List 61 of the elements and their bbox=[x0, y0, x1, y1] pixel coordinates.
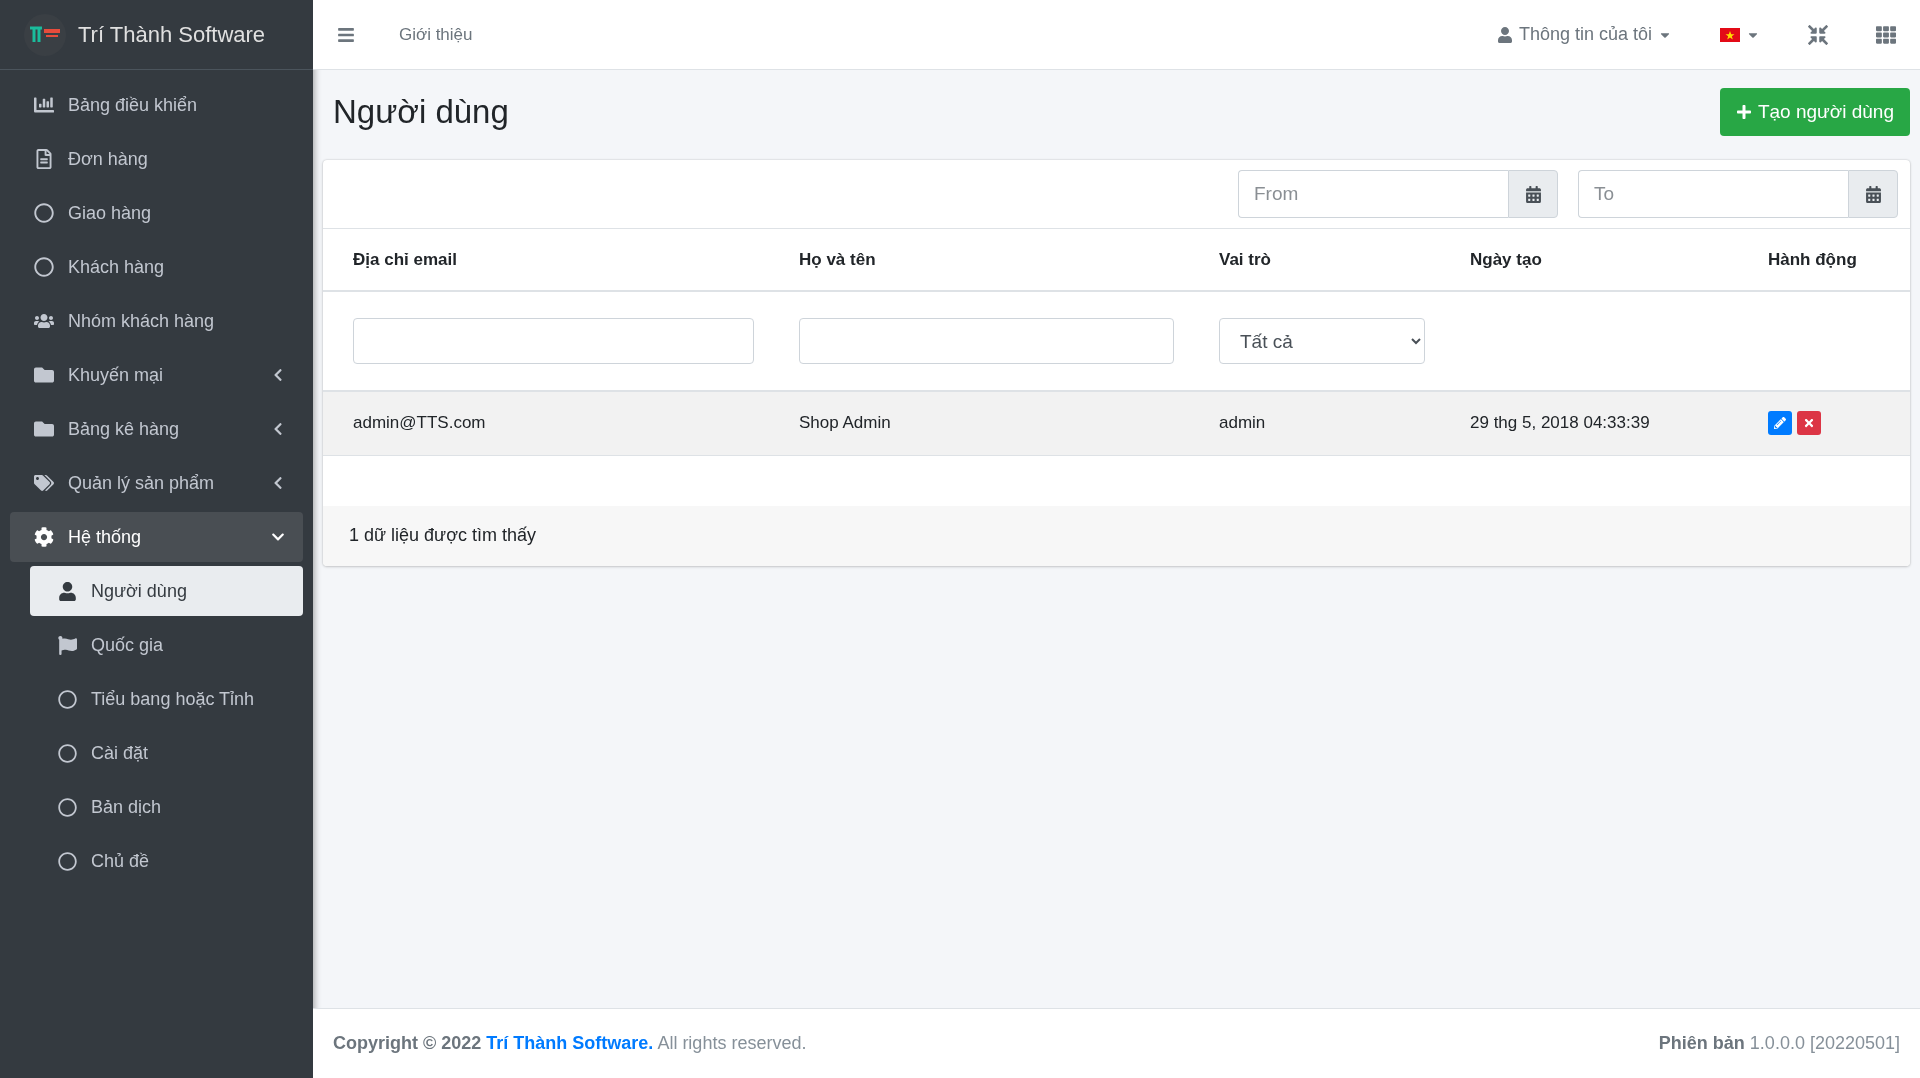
folder-icon bbox=[34, 365, 54, 385]
delete-button[interactable] bbox=[1797, 411, 1821, 436]
email-filter-field[interactable] bbox=[353, 318, 754, 364]
role-filter-select[interactable]: Tất cả bbox=[1219, 318, 1425, 364]
sidebar-item[interactable]: Khuyến mại bbox=[10, 350, 303, 400]
chart-icon bbox=[34, 95, 54, 115]
column-header[interactable]: Vai trò bbox=[1189, 229, 1440, 291]
flag-icon bbox=[1720, 27, 1740, 42]
copyright-text: Copyright © 2022 Trí Thành Software. All rights reserved. bbox=[333, 1033, 807, 1054]
tags-icon bbox=[34, 473, 54, 493]
sidebar-subitem[interactable]: Quốc gia bbox=[30, 620, 303, 670]
grid-icon bbox=[1876, 24, 1896, 45]
column-header[interactable]: Địa chỉ email bbox=[323, 229, 769, 291]
table-cell: 29 thg 5, 2018 04:33:39 bbox=[1440, 391, 1738, 455]
results-summary: 1 dữ liệu được tìm thấy bbox=[323, 505, 1910, 566]
sidebar-item[interactable]: Giao hàng bbox=[10, 188, 303, 238]
sidebar-item[interactable]: Khách hàng bbox=[10, 242, 303, 292]
name-filter-field[interactable] bbox=[799, 318, 1174, 364]
sidebar-item[interactable]: Hệ thống bbox=[10, 512, 303, 562]
plus-icon bbox=[1735, 104, 1752, 120]
brand-name: Trí Thành Software bbox=[78, 21, 266, 48]
column-header[interactable]: Hành động bbox=[1738, 229, 1910, 291]
users-icon bbox=[34, 311, 54, 331]
sidebar-item[interactable]: Quản lý sản phẩm bbox=[10, 458, 303, 508]
document-icon bbox=[34, 149, 54, 169]
pencil-icon bbox=[1774, 417, 1786, 430]
compress-icon bbox=[1808, 24, 1828, 45]
calendar-icon bbox=[1864, 185, 1882, 203]
calendar-button[interactable] bbox=[1848, 170, 1898, 218]
sidebar-item[interactable]: Bảng kê hàng bbox=[10, 404, 303, 454]
close-icon bbox=[1803, 417, 1815, 430]
logo-icon bbox=[24, 13, 66, 56]
calendar-button[interactable] bbox=[1508, 170, 1558, 218]
sidebar-subitem[interactable]: Người dùng bbox=[30, 566, 303, 616]
menu-icon bbox=[337, 25, 355, 44]
flag-icon bbox=[58, 635, 77, 655]
to-date-field[interactable]: To bbox=[1578, 170, 1848, 218]
sidebar-item[interactable]: Đơn hàng bbox=[10, 134, 303, 184]
column-header[interactable]: Họ và tên bbox=[769, 229, 1189, 291]
user-icon bbox=[58, 581, 77, 601]
gear-icon bbox=[34, 527, 54, 547]
user-icon bbox=[1496, 26, 1513, 43]
company-link[interactable]: Trí Thành Software. bbox=[486, 1033, 654, 1053]
page-title: Người dùng bbox=[333, 93, 509, 131]
table-cell: Shop Admin bbox=[769, 391, 1189, 455]
folder-icon bbox=[34, 419, 54, 439]
version-text: Phiên bản 1.0.0.0 [20220501] bbox=[1658, 1033, 1900, 1054]
calendar-icon bbox=[1524, 185, 1542, 203]
sidebar-item[interactable]: Bảng điều khiển bbox=[10, 80, 303, 130]
table-cell: admin bbox=[1189, 391, 1440, 455]
sidebar-subitem[interactable]: Bản dịch bbox=[30, 782, 303, 832]
nav-link[interactable]: Giới thiệu bbox=[399, 24, 473, 45]
sidebar-subitem[interactable]: Chủ đề bbox=[30, 836, 303, 886]
column-header[interactable]: Ngày tạo bbox=[1440, 229, 1738, 291]
sidebar-item[interactable]: Nhóm khách hàng bbox=[10, 296, 303, 346]
edit-button[interactable] bbox=[1768, 411, 1792, 436]
sidebar-subitem[interactable]: Cài đặt bbox=[30, 728, 303, 778]
from-date-field[interactable]: From bbox=[1238, 170, 1508, 218]
user-menu[interactable]: Thông tin của tôi bbox=[1492, 20, 1676, 49]
sidebar-subitem[interactable]: Tiểu bang hoặc Tỉnh bbox=[30, 674, 303, 724]
table-cell: admin@TTS.com bbox=[323, 391, 769, 455]
